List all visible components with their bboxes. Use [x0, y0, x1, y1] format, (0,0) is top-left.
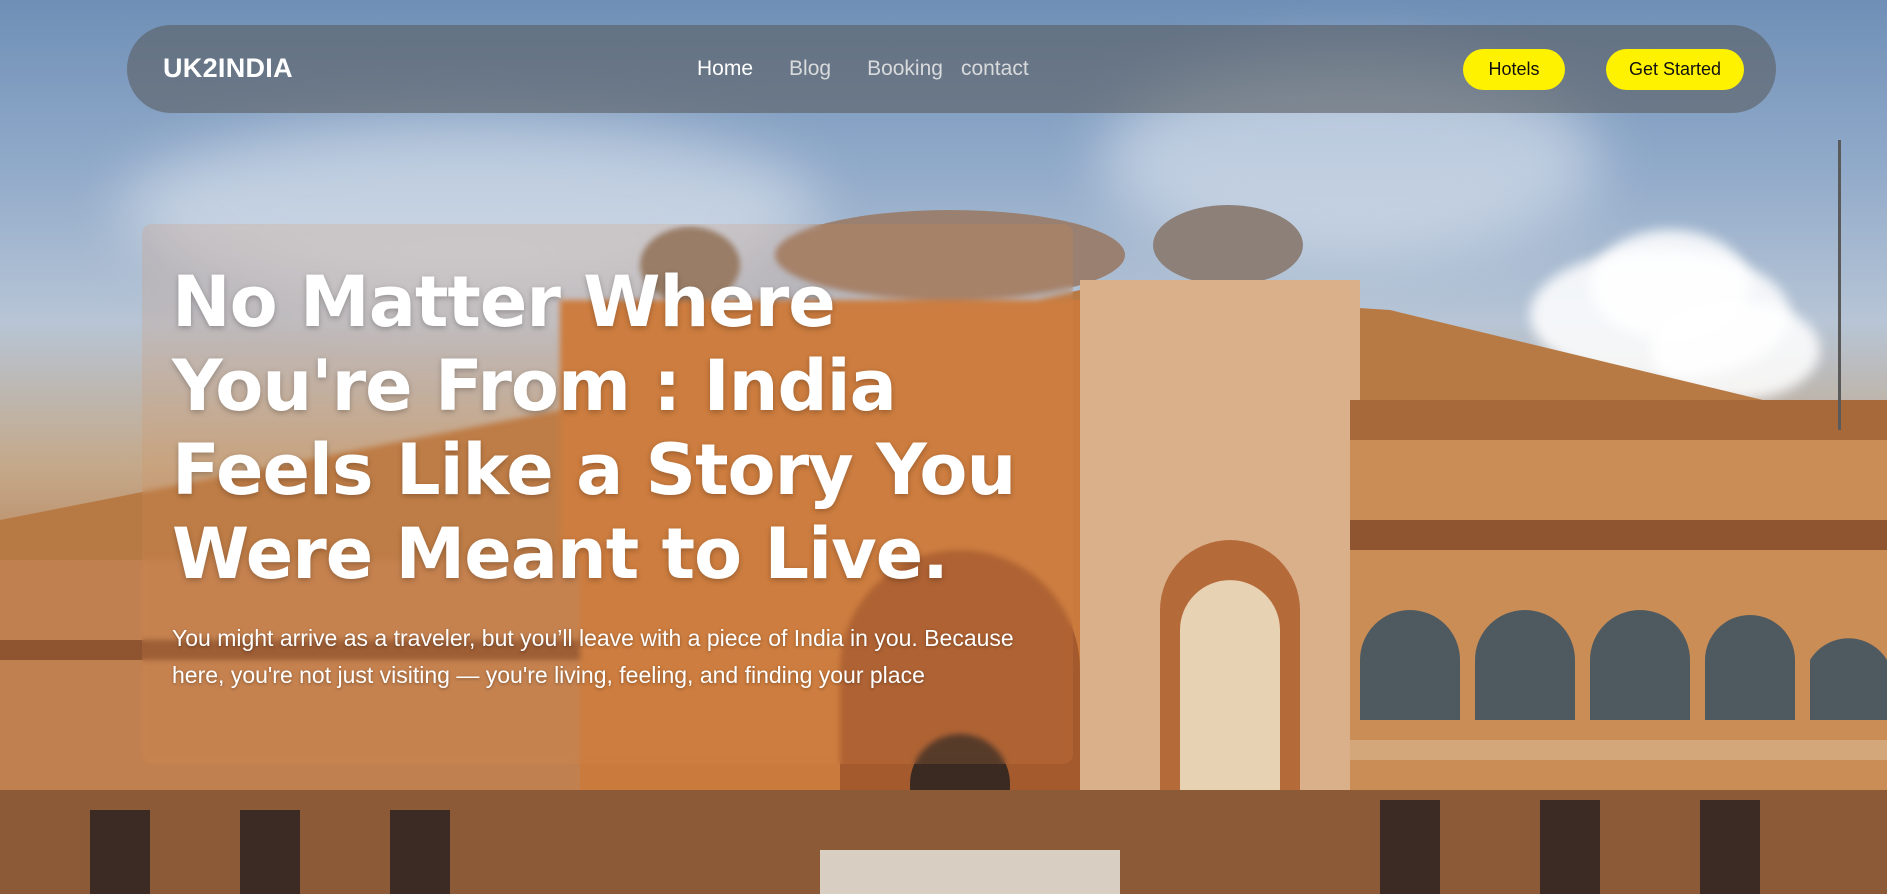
nav-link-contact[interactable]: contact: [961, 57, 1029, 81]
nav-link-home[interactable]: Home: [697, 57, 753, 81]
brand-logo[interactable]: UK2INDIA: [163, 53, 293, 84]
hero-subtext: You might arrive as a traveler, but you’…: [172, 625, 1014, 688]
hero-card: No Matter Where You're From : India Feel…: [142, 224, 1073, 764]
nav-link-blog[interactable]: Blog: [789, 57, 831, 81]
hero-headline: No Matter Where You're From : India Feel…: [172, 261, 1016, 595]
get-started-button[interactable]: Get Started: [1606, 49, 1744, 90]
hero-section: UK2INDIA Home Blog Booking contact Hotel…: [0, 0, 1887, 894]
hotels-button[interactable]: Hotels: [1463, 49, 1565, 90]
nav-link-booking[interactable]: Booking: [867, 57, 943, 81]
top-navbar: UK2INDIA Home Blog Booking contact Hotel…: [127, 25, 1776, 113]
nav-links: Home Blog Booking contact: [697, 57, 1065, 81]
